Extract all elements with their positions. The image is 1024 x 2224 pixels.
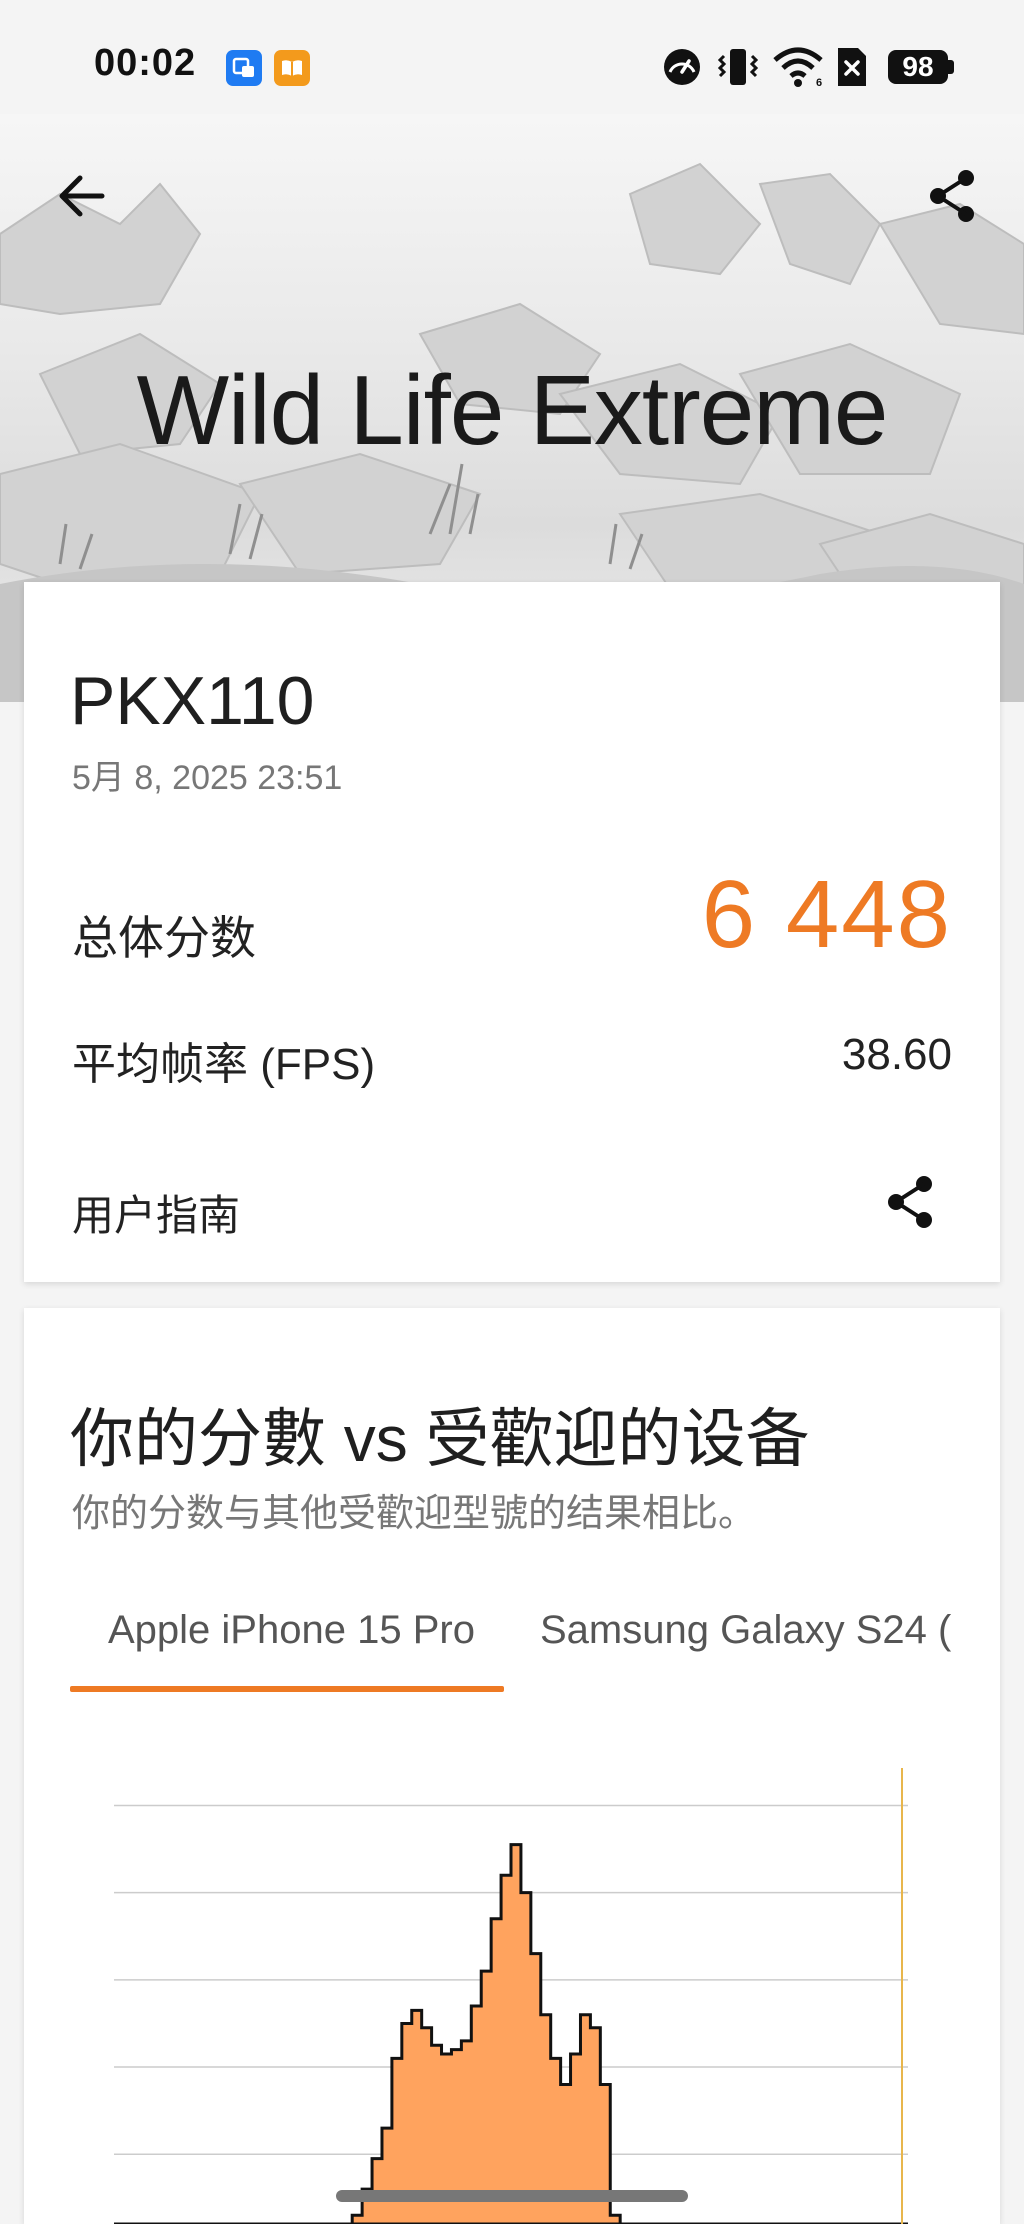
no-sim-icon <box>838 48 866 86</box>
status-bar: 00:02 6 98 <box>0 0 1024 114</box>
overall-score-label: 总体分数 <box>72 912 256 964</box>
share-icon[interactable] <box>878 1170 942 1234</box>
wifi-icon: 6 <box>773 47 823 88</box>
average-fps-value: 38.60 <box>841 1030 952 1079</box>
run-date: 5月 8, 2025 23:51 <box>72 759 343 797</box>
status-time: 00:02 <box>94 42 197 84</box>
speedometer-icon <box>664 49 700 85</box>
device-name: PKX110 <box>70 663 315 739</box>
result-card: PKX110 5月 8, 2025 23:51 总体分数 6 448 平均帧率 … <box>24 582 1000 1282</box>
overall-score-value: 6 448 <box>701 861 952 968</box>
vibrate-icon <box>718 49 758 85</box>
app-notification-icon <box>226 50 262 86</box>
gesture-nav-handle[interactable] <box>336 2190 688 2202</box>
book-notification-icon <box>274 50 310 86</box>
user-guide-link[interactable]: 用户指南 <box>72 1182 240 1243</box>
battery-tip <box>948 60 954 74</box>
svg-text:6: 6 <box>816 77 822 88</box>
share-icon[interactable] <box>920 164 984 228</box>
compare-card: 你的分數 vs 受歡迎的设备 你的分数与其他受歡迎型號的结果相比。 Apple … <box>24 1308 1000 2224</box>
tab-apple-iphone-15-pro[interactable]: Apple iPhone 15 Pro <box>108 1608 475 1653</box>
battery-icon: 98 <box>888 50 948 84</box>
tab-selected-indicator <box>70 1686 504 1692</box>
compare-title: 你的分數 vs 受歡迎的设备 <box>70 1403 810 1475</box>
compare-subtitle: 你的分数与其他受歡迎型號的结果相比。 <box>72 1493 757 1535</box>
benchmark-title: Wild Life Extreme <box>136 355 889 465</box>
tab-samsung-galaxy-s24[interactable]: Samsung Galaxy S24 ( <box>540 1608 972 1653</box>
average-fps-label: 平均帧率 (FPS) <box>72 1040 376 1089</box>
histogram-area <box>114 1843 908 2224</box>
score-distribution-chart <box>114 1768 908 2224</box>
back-arrow-icon[interactable] <box>50 164 114 228</box>
